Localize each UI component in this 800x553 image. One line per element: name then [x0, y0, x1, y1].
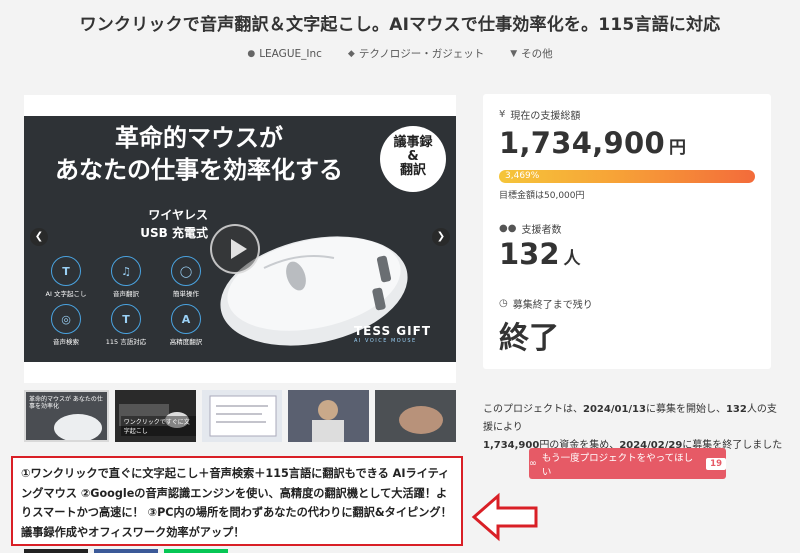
thumbnail[interactable] — [288, 390, 370, 442]
remaining-label: ◷ 募集終了まで残り — [499, 296, 593, 311]
prev-image-button[interactable]: ❮ — [30, 228, 48, 246]
summary-backers: 132 — [725, 404, 747, 415]
arrow-left-icon — [471, 492, 538, 542]
hero-sub-usb: USB 充電式 — [140, 226, 208, 240]
main-image-visual: 革命的マウスが あなたの仕事を効率化する 議事録 & 翻訳 ワイヤレス USB … — [24, 116, 456, 362]
feature-label: AI 文字起こし — [45, 290, 87, 298]
progress-percent: 3,469% — [505, 171, 540, 181]
hero-feature-icons: T AI 文字起こし ♫ 音声翻訳 ◯ 簡単操作 ◎ 音声検索 T 115 言語対応 A高… — [36, 256, 216, 346]
feature-transcribe: T AI 文字起こし — [36, 256, 96, 298]
share-facebook-button[interactable] — [94, 549, 158, 553]
meta-owner-label: LEAGUE_Inc — [259, 47, 322, 60]
funding-stats-card: ¥ 現在の支援総額 1,734,900 円 3,469% 目標金額は50,000円… — [483, 94, 771, 369]
thumbnail[interactable]: ワンクリックですぐに文字起こし — [114, 390, 196, 442]
backers-label-text: 支援者数 — [521, 225, 562, 236]
location-pin-icon: ▼ — [510, 48, 518, 59]
backers-label: ●● 支援者数 — [499, 221, 561, 236]
ai-text-icon: T — [51, 256, 81, 286]
request-again-count: 19 — [706, 457, 726, 470]
meta-owner[interactable]: ● LEAGUE_Inc — [247, 46, 322, 61]
backers-count-value: 132 — [499, 237, 560, 271]
thumbnail-person — [312, 400, 345, 442]
backers-count: 132 人 — [499, 237, 581, 271]
clock-icon: ◷ — [499, 298, 508, 309]
feature-115: T 115 言語対応 — [96, 304, 156, 346]
thumbnail[interactable] — [375, 390, 456, 442]
microphone-icon: ♫ — [111, 256, 141, 286]
play-video-button[interactable] — [210, 224, 260, 274]
tag-icon: ◆ — [347, 48, 355, 59]
infinity-icon: ∞ — [529, 458, 537, 469]
feature-label: 音声検索 — [53, 338, 79, 346]
project-summary: このプロジェクトは、2024/01/13に募集を開始し、132人の支援により 1,… — [483, 401, 783, 455]
total-amount: 1,734,900 円 — [499, 126, 686, 160]
yen-icon: ¥ — [499, 109, 506, 120]
thumbnail-caption: ワンクリックですぐに文字起こし — [120, 416, 196, 436]
total-amount-value: 1,734,900 — [499, 126, 665, 160]
remaining-label-text: 募集終了まで残り — [512, 300, 593, 311]
thumbnail-document — [209, 395, 277, 437]
hero-headline-line1: 革命的マウスが — [115, 124, 283, 152]
total-amount-unit: 円 — [668, 138, 687, 158]
goal-amount: 目標金額は50,000円 — [499, 191, 585, 201]
share-x-button[interactable] — [24, 549, 88, 553]
languages-icon: T — [111, 304, 141, 334]
translate-icon: A — [171, 304, 201, 334]
feature-label: 115 言語対応 — [105, 338, 147, 346]
remaining-value: 終了 — [499, 321, 559, 356]
brand-name: TESS GIFT — [354, 324, 432, 338]
summary-start-date: 2024/01/13 — [583, 404, 646, 415]
globe-icon: ◎ — [51, 304, 81, 334]
users-icon: ●● — [499, 223, 517, 234]
hero-badge-line1: 議事録 — [393, 135, 433, 150]
hero-badge: 議事録 & 翻訳 — [380, 126, 446, 192]
thumbnail[interactable] — [201, 390, 283, 442]
mouse-icon: ◯ — [171, 256, 201, 286]
feature-easy: ◯ 簡単操作 — [156, 256, 216, 298]
progress-bar: 3,469% — [499, 170, 755, 183]
feature-label: 音声翻訳 — [113, 290, 139, 298]
summary-text: このプロジェクトは、 — [483, 404, 583, 415]
hero-badge-line3: 翻訳 — [399, 163, 426, 178]
meta-location[interactable]: ▼ その他 — [510, 46, 552, 61]
thumbnail[interactable]: 革命的マウスが あなたの仕事を効率化 — [24, 390, 109, 442]
feature-voice-search: ◎ 音声検索 — [36, 304, 96, 346]
feature-label: 簡単操作 — [173, 290, 199, 298]
user-icon: ● — [247, 48, 256, 59]
meta-category[interactable]: ◆ テクノロジー・ガジェット — [348, 46, 484, 61]
hero-sub-wireless: ワイヤレス — [148, 208, 208, 222]
share-line-button[interactable] — [164, 549, 228, 553]
request-again-button[interactable]: ∞ もう一度プロジェクトをやってほしい 19 — [529, 448, 726, 479]
brand-sub: AI VOICE MOUSE — [354, 338, 417, 344]
thumbnail-strip: 革命的マウスが あなたの仕事を効率化 ワンクリックですぐに文字起こし — [24, 390, 456, 442]
project-title: ワンクリックで音声翻訳＆文字起こし。AIマウスで仕事効率化を。115言語に対応 — [79, 15, 721, 35]
feature-label: 高精度翻訳 — [169, 338, 203, 346]
meta-location-label: その他 — [521, 48, 553, 60]
total-label-text: 現在の支援総額 — [510, 111, 581, 122]
share-buttons — [24, 549, 228, 553]
brand-logo: TESS GIFT AI VOICE MOUSE — [354, 324, 431, 344]
meta-category-label: テクノロジー・ガジェット — [358, 48, 485, 60]
total-label: ¥ 現在の支援総額 — [499, 107, 580, 122]
main-image[interactable]: 革命的マウスが あなたの仕事を効率化する 議事録 & 翻訳 ワイヤレス USB … — [24, 95, 456, 383]
hero-badge-line2: & — [407, 149, 419, 164]
feature-accurate: A 高精度翻訳 — [156, 304, 216, 346]
thumbnail-mouse — [54, 414, 102, 440]
backers-count-unit: 人 — [563, 249, 581, 269]
hero-headline-line2: あなたの仕事を効率化する — [55, 156, 343, 184]
request-again-label: もう一度プロジェクトをやってほしい — [541, 452, 694, 478]
project-meta: ● LEAGUE_Inc ◆ テクノロジー・ガジェット ▼ その他 — [0, 46, 800, 61]
hero-sub: ワイヤレス USB 充電式 — [24, 206, 214, 242]
next-image-button[interactable]: ❯ — [432, 228, 450, 246]
feature-voice-translate: ♫ 音声翻訳 — [96, 256, 156, 298]
thumbnail-hand — [399, 406, 444, 434]
project-description: ①ワンクリックで直ぐに文字起こし＋音声検索＋115言語に翻訳もできる AIライテ… — [11, 456, 463, 546]
summary-text: に募集を開始し、 — [645, 404, 726, 415]
hero-headline: 革命的マウスが あなたの仕事を効率化する — [34, 122, 364, 186]
